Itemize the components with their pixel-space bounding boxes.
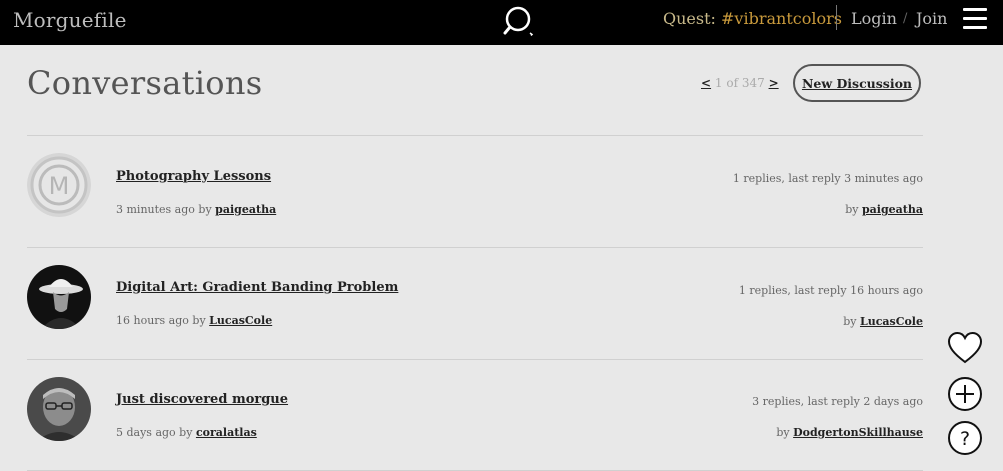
brand-logo[interactable]: Morguefile bbox=[13, 8, 127, 32]
quest-label: Quest: bbox=[663, 9, 716, 28]
thread-row: M Photography Lessons 3 minutes ago by p… bbox=[27, 136, 923, 246]
hat-silhouette-avatar-icon bbox=[27, 265, 91, 329]
svg-text:?: ? bbox=[960, 428, 970, 450]
prev-page-link[interactable]: < bbox=[701, 76, 711, 90]
avatar[interactable] bbox=[27, 265, 91, 329]
author-link[interactable]: LucasCole bbox=[209, 314, 272, 327]
page-title: Conversations bbox=[27, 64, 263, 102]
author-link[interactable]: paigeatha bbox=[215, 203, 276, 216]
author-link[interactable]: coralatlas bbox=[196, 426, 257, 439]
thread-row: Just discovered morgue 5 days ago by cor… bbox=[27, 360, 923, 470]
avatar[interactable] bbox=[27, 377, 91, 441]
avatar[interactable]: M bbox=[27, 153, 91, 217]
posted-time: 16 hours ago by bbox=[116, 314, 206, 327]
last-reply-user-link[interactable]: DodgertonSkillhause bbox=[793, 426, 923, 439]
login-join-separator: / bbox=[903, 11, 908, 26]
thread-row: Digital Art: Gradient Banding Problem 16… bbox=[27, 248, 923, 358]
by-label: by bbox=[845, 203, 859, 216]
question-circle-icon[interactable]: ? bbox=[947, 420, 983, 456]
top-navigation-bar: Morguefile Quest: #vibrantcolors Login /… bbox=[0, 0, 1003, 45]
quest-link[interactable]: Quest: #vibrantcolors bbox=[663, 9, 842, 28]
nav-divider bbox=[836, 5, 837, 30]
thread-title-link[interactable]: Photography Lessons bbox=[116, 169, 271, 184]
search-icon[interactable] bbox=[502, 4, 536, 38]
svg-text:M: M bbox=[49, 172, 70, 200]
quest-tag[interactable]: #vibrantcolors bbox=[721, 9, 842, 28]
last-reply-by: by DodgertonSkillhause bbox=[776, 426, 923, 439]
last-reply-by: by paigeatha bbox=[845, 203, 923, 216]
hamburger-menu-icon[interactable] bbox=[963, 8, 987, 30]
thread-posted-meta: 3 minutes ago by paigeatha bbox=[116, 203, 276, 216]
posted-time: 3 minutes ago by bbox=[116, 203, 212, 216]
reply-summary: 3 replies, last reply 2 days ago bbox=[752, 395, 923, 408]
last-reply-by: by LucasCole bbox=[843, 315, 923, 328]
by-label: by bbox=[776, 426, 790, 439]
thread-title-link[interactable]: Just discovered morgue bbox=[116, 392, 288, 407]
last-reply-user-link[interactable]: LucasCole bbox=[860, 315, 923, 328]
by-label: by bbox=[843, 315, 857, 328]
last-reply-user-link[interactable]: paigeatha bbox=[862, 203, 923, 216]
man-glasses-avatar-icon bbox=[27, 377, 91, 441]
heart-icon[interactable] bbox=[947, 330, 983, 366]
thread-posted-meta: 16 hours ago by LucasCole bbox=[116, 314, 272, 327]
next-page-link[interactable]: > bbox=[769, 76, 779, 90]
join-link[interactable]: Join bbox=[916, 9, 947, 28]
login-link[interactable]: Login bbox=[851, 9, 897, 28]
posted-time: 5 days ago by bbox=[116, 426, 193, 439]
thread-title-link[interactable]: Digital Art: Gradient Banding Problem bbox=[116, 280, 398, 295]
plus-circle-icon[interactable] bbox=[947, 376, 983, 412]
thread-posted-meta: 5 days ago by coralatlas bbox=[116, 426, 257, 439]
new-discussion-button[interactable]: New Discussion bbox=[793, 64, 921, 102]
reply-summary: 1 replies, last reply 3 minutes ago bbox=[732, 172, 923, 185]
reply-summary: 1 replies, last reply 16 hours ago bbox=[738, 284, 923, 297]
default-m-avatar-icon: M bbox=[27, 153, 91, 217]
page-status: 1 of 347 bbox=[714, 76, 765, 90]
pagination: < 1 of 347 > bbox=[701, 76, 779, 90]
